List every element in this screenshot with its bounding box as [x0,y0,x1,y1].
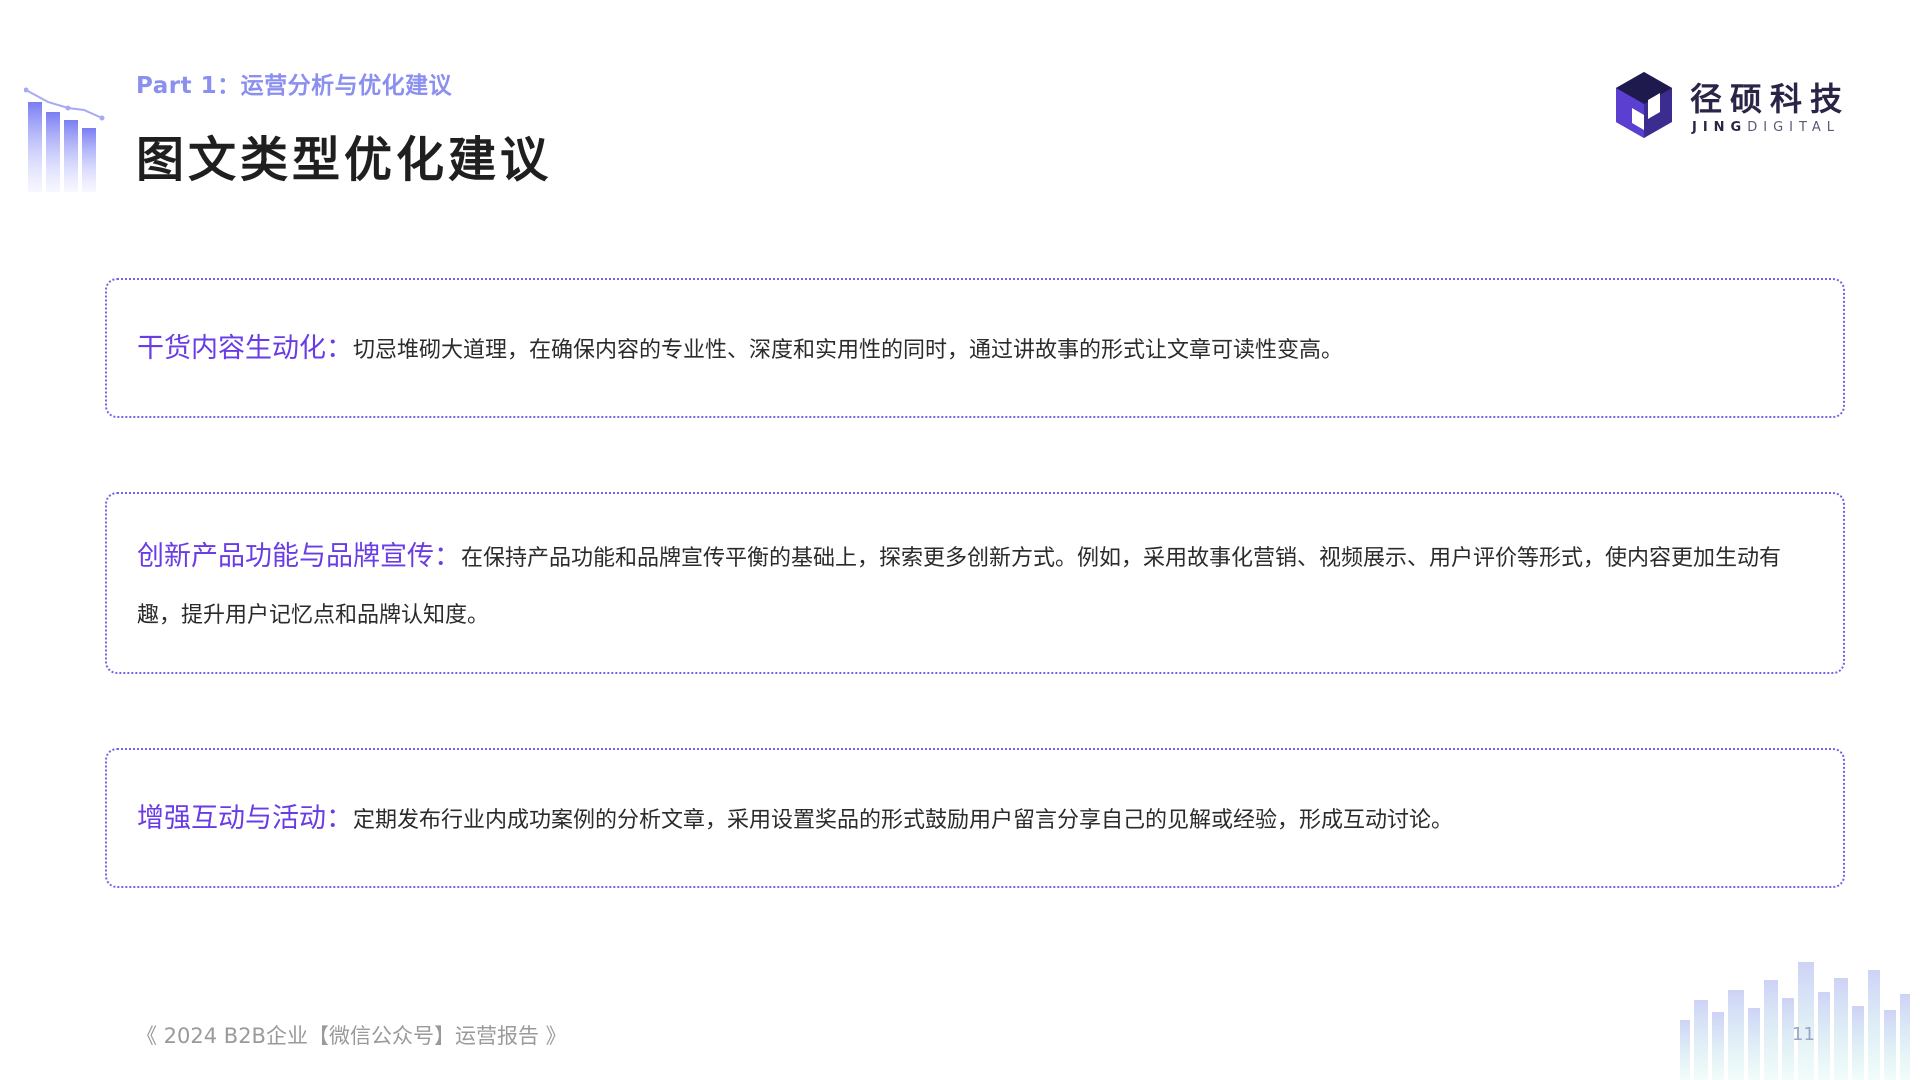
card-body: 切忌堆砌大道理，在确保内容的专业性、深度和实用性的同时，通过讲故事的形式让文章可… [353,338,1344,363]
card-paragraph: 干货内容生动化：切忌堆砌大道理，在确保内容的专业性、深度和实用性的同时，通过讲故… [137,320,1813,379]
jingdigital-logo-icon [1616,72,1672,138]
logo-english-text: JINGDIGITAL [1692,120,1840,135]
bar-chart-decoration-icon [24,87,105,192]
card-paragraph: 增强互动与活动：定期发布行业内成功案例的分析文章，采用设置奖品的形式鼓励用户留言… [137,790,1813,849]
logo-chinese-text: 径硕科技 [1690,80,1851,118]
suggestion-card-1: 干货内容生动化：切忌堆砌大道理，在确保内容的专业性、深度和实用性的同时，通过讲故… [105,278,1845,418]
card-body: 定期发布行业内成功案例的分析文章，采用设置奖品的形式鼓励用户留言分享自己的见解或… [353,808,1454,833]
card-heading: 增强互动与活动： [137,803,353,834]
card-heading: 干货内容生动化： [137,333,353,364]
logo-english-bold: JING [1692,120,1748,135]
card-paragraph: 创新产品功能与品牌宣传：在保持产品功能和品牌宣传平衡的基础上，探索更多创新方式。… [137,528,1813,644]
suggestion-card-3: 增强互动与活动：定期发布行业内成功案例的分析文章，采用设置奖品的形式鼓励用户留言… [105,748,1845,888]
card-heading: 创新产品功能与品牌宣传： [137,541,461,572]
city-skyline-decoration-icon [1680,962,1910,1080]
slide-page: Part 1：运营分析与优化建议 图文类型优化建议 径硕科技 JINGDIGIT… [0,0,1920,1080]
suggestion-card-2: 创新产品功能与品牌宣传：在保持产品功能和品牌宣传平衡的基础上，探索更多创新方式。… [105,492,1845,674]
report-title-footer: 《 2024 B2B企业【微信公众号】运营报告 》 [136,1024,567,1048]
page-title: 图文类型优化建议 [136,132,553,188]
company-logo: 径硕科技 JINGDIGITAL [1614,70,1854,142]
logo-english-light: DIGITAL [1747,120,1841,135]
part-label: Part 1：运营分析与优化建议 [136,73,453,99]
page-number: 11 [1792,1024,1815,1045]
